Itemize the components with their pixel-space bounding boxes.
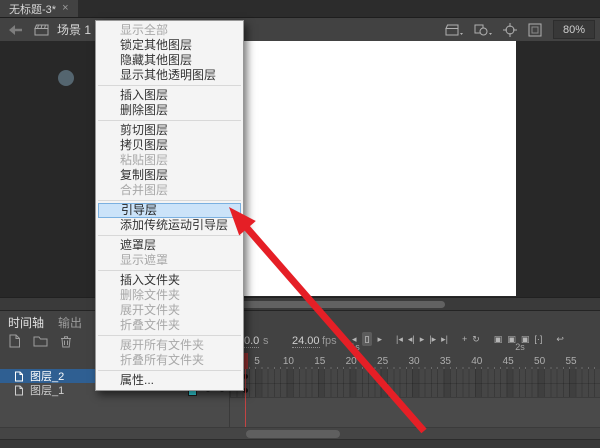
ruler-frame-number: 50: [534, 356, 545, 367]
menu-item[interactable]: 插入图层: [96, 88, 243, 103]
menu-item[interactable]: 属性...: [96, 373, 243, 388]
delete-layer-button[interactable]: [60, 335, 72, 348]
menu-item[interactable]: 锁定其他图层: [96, 38, 243, 53]
new-layer-button[interactable]: [8, 334, 21, 348]
scene-breadcrumb[interactable]: 场景 1: [57, 21, 91, 38]
menu-item: 显示全部: [96, 23, 243, 38]
menu-item[interactable]: 复制图层: [96, 168, 243, 183]
timeline-layer-tools: [8, 334, 72, 348]
ruler-seconds: 1s 2s: [230, 342, 600, 353]
layer-name[interactable]: 图层_1: [30, 382, 64, 398]
timeline-tab-strip: 时间轴输出: [8, 314, 82, 331]
menu-separator: [98, 200, 241, 201]
document-tab[interactable]: 无标题-3* ×: [0, 0, 78, 17]
ruler-frame-number: 30: [408, 356, 419, 367]
layer-page-icon: [14, 385, 24, 396]
center-frame-icon[interactable]: [503, 23, 517, 37]
menu-separator: [98, 85, 241, 86]
menu-item[interactable]: 隐藏其他图层: [96, 53, 243, 68]
menu-item: 折叠所有文件夹: [96, 353, 243, 368]
stage-pasteboard: [0, 41, 600, 297]
stage-horizontal-scrollbar[interactable]: [0, 297, 600, 311]
menu-item: 删除文件夹: [96, 288, 243, 303]
ruler-frame-number: 15: [314, 356, 325, 367]
ruler-frame-number: 25: [377, 356, 388, 367]
ruler-frame-number: 45: [503, 356, 514, 367]
menu-separator: [98, 370, 241, 371]
menu-item[interactable]: 遮罩层: [96, 238, 243, 253]
timeline-tab[interactable]: 时间轴: [8, 314, 44, 331]
menu-item: 展开文件夹: [96, 303, 243, 318]
pasteboard-circle-object[interactable]: [58, 70, 74, 86]
menu-item[interactable]: 引导层: [98, 203, 241, 218]
layer-page-icon: [14, 371, 24, 382]
menu-item: 折叠文件夹: [96, 318, 243, 333]
ruler-second-marker: 1s: [350, 342, 360, 352]
menu-item[interactable]: 拷贝图层: [96, 138, 243, 153]
menu-separator: [98, 120, 241, 121]
back-arrow-icon[interactable]: [9, 25, 22, 35]
ruler-frame-number: 20: [346, 356, 357, 367]
menu-item: 合并图层: [96, 183, 243, 198]
menu-separator: [98, 235, 241, 236]
new-folder-button[interactable]: [33, 335, 48, 347]
ruler-second-marker: 2s: [515, 342, 525, 352]
menu-item[interactable]: 剪切图层: [96, 123, 243, 138]
menu-item: 展开所有文件夹: [96, 338, 243, 353]
timeline-ruler[interactable]: 5 10 15 20 25 30 35 40 45 50 55: [230, 353, 600, 369]
zoom-level-dropdown[interactable]: 80%: [553, 20, 595, 39]
ruler-frame-number: 55: [565, 356, 576, 367]
menu-item[interactable]: 添加传统运动引导层: [96, 218, 243, 233]
menu-separator: [98, 270, 241, 271]
ruler-frame-number: 35: [440, 356, 451, 367]
ruler-frame-number: 40: [471, 356, 482, 367]
menu-item[interactable]: 显示其他透明图层: [96, 68, 243, 83]
clapperboard-icon: [34, 24, 49, 36]
frames-grid[interactable]: [230, 369, 600, 398]
clip-content-icon[interactable]: [528, 23, 542, 37]
ruler-frame-number: 10: [283, 356, 294, 367]
document-tab-bar: 无标题-3* ×: [0, 0, 600, 18]
frame-row-separator: [230, 383, 600, 384]
edit-symbols-icon[interactable]: [474, 24, 492, 36]
edit-scene-icon[interactable]: [445, 24, 463, 36]
timeline-tab[interactable]: 输出: [58, 314, 82, 331]
edit-bar: 场景 1 80: [0, 18, 600, 42]
menu-item[interactable]: 插入文件夹: [96, 273, 243, 288]
timeline-horizontal-scrollbar-thumb[interactable]: [246, 430, 340, 438]
menu-item: 粘贴图层: [96, 153, 243, 168]
menu-item: 显示遮罩: [96, 253, 243, 268]
timeline-panel: 时间轴输出 0.0 s 24.00 fps ◂▯▸|◂◂|▸|▸▸|+↻▣▣▣[…: [0, 310, 600, 447]
ruler-frame-number: 5: [254, 356, 260, 367]
timeline-bottom-strip: [0, 439, 600, 448]
document-title: 无标题-3*: [9, 1, 56, 17]
close-icon[interactable]: ×: [62, 3, 68, 14]
menu-separator: [98, 335, 241, 336]
menu-item[interactable]: 删除图层: [96, 103, 243, 118]
context-menu: 显示全部锁定其他图层隐藏其他图层显示其他透明图层插入图层删除图层剪切图层拷贝图层…: [95, 20, 244, 391]
stage-horizontal-scrollbar-thumb[interactable]: [240, 301, 445, 308]
